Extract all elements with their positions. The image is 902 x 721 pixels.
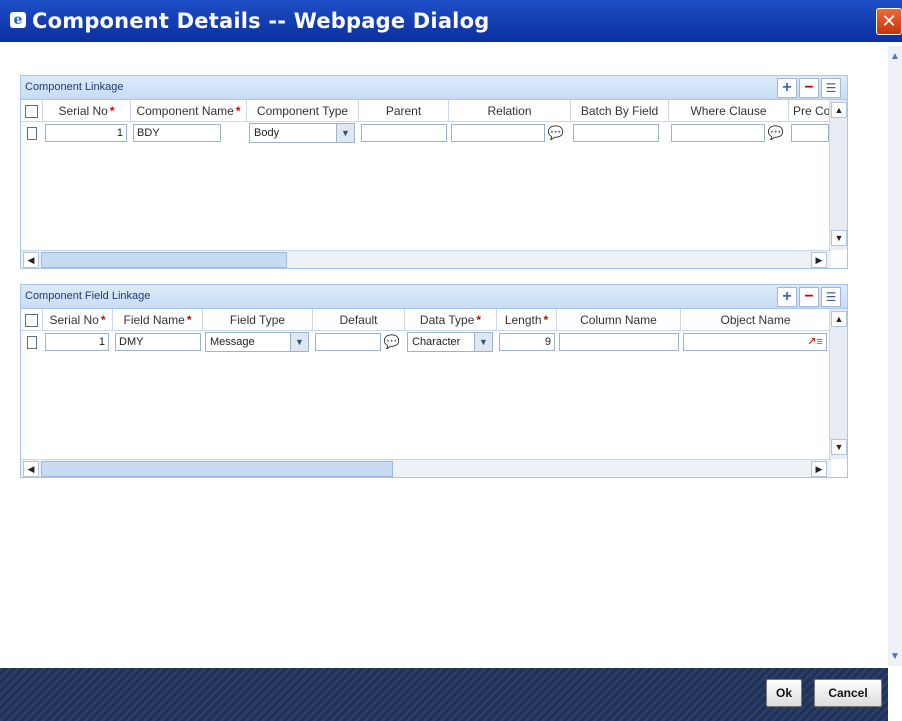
field-type-select[interactable]: Message ▼: [205, 332, 309, 352]
object-lookup-icon[interactable]: ↗≡: [807, 335, 823, 349]
scroll-right-arrow-icon[interactable]: ▶: [811, 252, 827, 268]
chevron-down-icon: ▼: [290, 333, 308, 351]
column-name-field[interactable]: [559, 333, 679, 351]
add-row-button[interactable]: +: [777, 287, 797, 307]
close-button[interactable]: ✕: [876, 8, 902, 35]
scroll-up-arrow-icon[interactable]: ▲: [888, 50, 902, 64]
col-default: Default: [313, 309, 405, 331]
minus-icon: −: [804, 288, 814, 305]
serial-no-field[interactable]: 1: [45, 333, 109, 351]
scroll-down-arrow-icon[interactable]: ▼: [831, 230, 847, 246]
col-component-type: Component Type: [247, 100, 359, 122]
delete-row-button[interactable]: −: [799, 78, 819, 98]
col-object-name: Object Name: [681, 309, 831, 331]
scroll-up-arrow-icon[interactable]: ▲: [831, 311, 847, 327]
batch-by-field-field[interactable]: [573, 124, 659, 142]
col-where-clause: Where Clause: [669, 100, 789, 122]
grid-horizontal-scrollbar[interactable]: ◀ ▶: [21, 250, 831, 268]
col-field-type: Field Type: [203, 309, 313, 331]
col-batch-by-field: Batch By Field: [571, 100, 669, 122]
select-all-checkbox[interactable]: [25, 313, 38, 327]
table-row: 1 BDY Body ▼ 💬 💬: [21, 122, 831, 144]
plus-icon: +: [782, 79, 792, 96]
ok-button[interactable]: Ok: [766, 679, 802, 707]
list-view-icon: ☰: [825, 290, 837, 304]
component-field-linkage-panel: Component Field Linkage + − ☰ Serial No *…: [20, 284, 848, 478]
title-bar: e Component Details -- Webpage Dialog ✕: [0, 0, 902, 42]
panel-title: Component Field Linkage: [25, 290, 151, 302]
scroll-left-arrow-icon[interactable]: ◀: [23, 461, 39, 477]
col-parent: Parent: [359, 100, 449, 122]
speech-bubble-lookup-icon[interactable]: 💬: [547, 125, 565, 141]
component-linkage-grid: Serial No * Component Name * Component Typ…: [21, 100, 847, 268]
object-name-field[interactable]: ↗≡: [683, 333, 827, 351]
dialog-footer: Ok Cancel: [0, 668, 888, 721]
component-linkage-panel: Component Linkage + − ☰ Serial No * Compo…: [20, 75, 848, 269]
window-title: Component Details -- Webpage Dialog: [32, 9, 490, 33]
default-field[interactable]: [315, 333, 381, 351]
minus-icon: −: [804, 79, 814, 96]
length-field[interactable]: 9: [499, 333, 555, 351]
list-view-icon: ☰: [825, 81, 837, 95]
scroll-up-arrow-icon[interactable]: ▲: [831, 102, 847, 118]
window-vertical-scrollbar[interactable]: ▲ ▼: [888, 46, 902, 666]
col-pre-co: Pre Co: [789, 100, 831, 122]
panel-title: Component Linkage: [25, 81, 124, 93]
delete-row-button[interactable]: −: [799, 287, 819, 307]
view-rows-button[interactable]: ☰: [821, 78, 841, 98]
col-serial-no: Serial No *: [43, 100, 131, 122]
where-clause-field[interactable]: [671, 124, 765, 142]
col-length: Length *: [497, 309, 557, 331]
relation-field[interactable]: [451, 124, 545, 142]
col-serial-no: Serial No *: [43, 309, 113, 331]
scroll-down-arrow-icon[interactable]: ▼: [888, 650, 902, 664]
ie-logo-icon: e: [10, 12, 26, 28]
view-rows-button[interactable]: ☰: [821, 287, 841, 307]
row-checkbox[interactable]: [27, 335, 37, 349]
speech-bubble-lookup-icon[interactable]: 💬: [383, 334, 401, 350]
component-field-linkage-grid: Serial No * Field Name * Field Type Defaul…: [21, 309, 847, 477]
scroll-down-arrow-icon[interactable]: ▼: [831, 439, 847, 455]
component-name-field[interactable]: BDY: [133, 124, 221, 142]
row-checkbox[interactable]: [27, 126, 37, 140]
grid-horizontal-scrollbar[interactable]: ◀ ▶: [21, 459, 831, 477]
scroll-thumb[interactable]: [41, 461, 393, 477]
col-field-name: Field Name *: [113, 309, 203, 331]
header-row: Serial No * Component Name * Component Typ…: [21, 100, 831, 122]
col-component-name: Component Name *: [131, 100, 247, 122]
plus-icon: +: [782, 288, 792, 305]
add-row-button[interactable]: +: [777, 78, 797, 98]
col-relation: Relation: [449, 100, 571, 122]
component-type-select[interactable]: Body ▼: [249, 123, 355, 143]
parent-field[interactable]: [361, 124, 447, 142]
grid-vertical-scrollbar[interactable]: ▲ ▼: [829, 309, 847, 459]
chevron-down-icon: ▼: [336, 124, 354, 142]
chevron-down-icon: ▼: [474, 333, 492, 351]
serial-no-field[interactable]: 1: [45, 124, 127, 142]
col-column-name: Column Name: [557, 309, 681, 331]
data-type-select[interactable]: Character ▼: [407, 332, 493, 352]
scroll-left-arrow-icon[interactable]: ◀: [23, 252, 39, 268]
cancel-button[interactable]: Cancel: [814, 679, 882, 707]
scroll-right-arrow-icon[interactable]: ▶: [811, 461, 827, 477]
component-field-linkage-header: Component Field Linkage + − ☰: [21, 285, 847, 309]
scroll-thumb[interactable]: [41, 252, 287, 268]
field-name-field[interactable]: DMY: [115, 333, 201, 351]
header-row: Serial No * Field Name * Field Type Defaul…: [21, 309, 831, 331]
speech-bubble-lookup-icon[interactable]: 💬: [767, 125, 785, 141]
table-row: 1 DMY Message ▼ 💬 Character ▼ 9 ↗≡: [21, 331, 831, 353]
col-data-type: Data Type *: [405, 309, 497, 331]
select-all-checkbox[interactable]: [25, 104, 38, 118]
grid-vertical-scrollbar[interactable]: ▲ ▼: [829, 100, 847, 250]
pre-co-field[interactable]: [791, 124, 829, 142]
component-linkage-header: Component Linkage + − ☰: [21, 76, 847, 100]
